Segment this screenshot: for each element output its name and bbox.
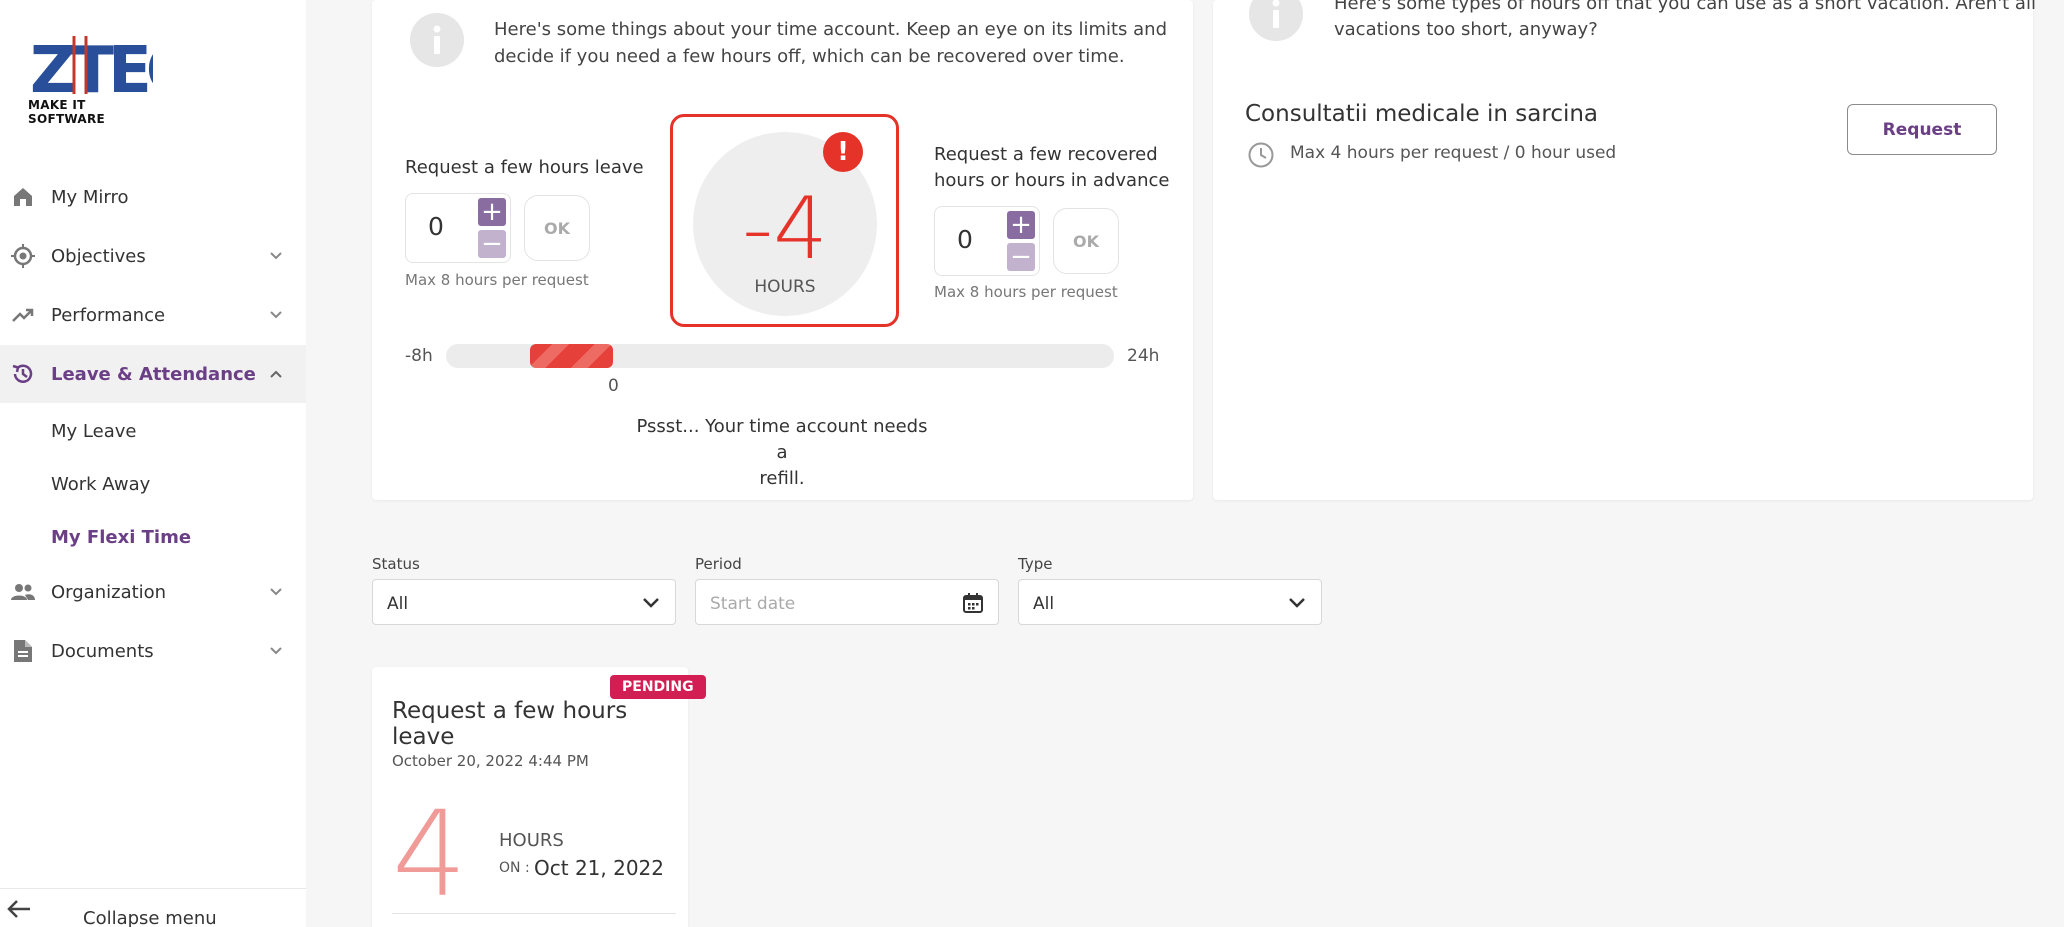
chevron-down-icon: [1287, 592, 1307, 616]
request-card-hours: 4: [392, 785, 468, 923]
sidebar-item-organization[interactable]: Organization: [0, 563, 306, 621]
recover-hours-label-line1: Request a few recovered: [934, 144, 1158, 165]
hours-leave-stepper[interactable]: 0 + −: [405, 193, 511, 263]
svg-text:ZTEC: ZTEC: [30, 34, 153, 108]
refill-line1: Pssst... Your time account needs a: [636, 416, 928, 463]
range-zero-label: 0: [608, 376, 619, 396]
sidebar-item-performance[interactable]: Performance: [0, 286, 306, 344]
request-card-title: Request a few hours leave: [392, 698, 628, 750]
document-icon: [10, 638, 36, 664]
collapse-menu-button[interactable]: Collapse menu: [0, 888, 306, 927]
sidebar-subitem-my-leave[interactable]: My Leave: [51, 421, 136, 442]
request-card-date: October 20, 2022 4:44 PM: [392, 752, 589, 770]
sidebar-item-objectives[interactable]: Objectives: [0, 227, 306, 285]
sidebar-subitem-work-away[interactable]: Work Away: [51, 474, 150, 495]
people-icon: [10, 579, 36, 605]
recover-hours-ok-button[interactable]: OK: [1053, 208, 1119, 274]
home-icon: [10, 184, 36, 210]
status-badge: PENDING: [610, 675, 706, 699]
time-account-info-line2: decide if you need a few hours off, whic…: [494, 46, 1125, 67]
balance-range-track: [446, 344, 1114, 368]
sidebar-item-label: My Mirro: [51, 186, 129, 208]
chevron-down-icon: [266, 641, 286, 661]
request-card-on-date: Oct 21, 2022: [534, 856, 664, 880]
status-filter-value: All: [387, 594, 409, 614]
hours-off-info-line2: vacations too short, anyway?: [1334, 19, 1598, 40]
type-filter-value: All: [1033, 594, 1055, 614]
request-card-unit: HOURS: [499, 830, 564, 851]
info-icon: [410, 13, 464, 67]
status-filter-select[interactable]: All: [372, 579, 676, 625]
chevron-up-icon: [266, 364, 286, 384]
sidebar-item-label: Leave & Attendance: [51, 363, 256, 385]
history-icon: [10, 361, 36, 387]
recover-hours-note: Max 8 hours per request: [934, 283, 1118, 301]
sidebar-subitem-my-flexi-time[interactable]: My Flexi Time: [51, 527, 191, 548]
recover-hours-stepper[interactable]: 0 + −: [934, 206, 1040, 276]
hours-leave-ok-button[interactable]: OK: [524, 195, 590, 261]
balance-value: -4: [742, 179, 828, 279]
plus-button[interactable]: +: [1007, 210, 1035, 240]
range-min-label: -8h: [405, 346, 433, 366]
logo-tagline: MAKE IT SOFTWARE: [28, 98, 106, 126]
plus-button[interactable]: +: [478, 197, 506, 227]
hours-off-info-line1: Here's some types of hours off that you …: [1334, 0, 2036, 14]
request-card-on-label: ON :: [499, 860, 530, 876]
hours-off-types-card: [1213, 0, 2033, 500]
hours-leave-note: Max 8 hours per request: [405, 271, 589, 289]
period-filter-input[interactable]: Start date: [695, 579, 999, 625]
company-logo[interactable]: ZTEC MAKE IT SOFTWARE: [28, 32, 195, 126]
target-icon: [10, 243, 36, 269]
alert-icon: !: [823, 132, 863, 172]
recover-hours-label-line2: hours or hours in advance: [934, 170, 1170, 191]
type-filter-select[interactable]: All: [1018, 579, 1322, 625]
type-filter-label: Type: [1018, 555, 1053, 573]
sidebar-item-leave-attendance[interactable]: Leave & Attendance: [0, 345, 306, 403]
range-max-label: 24h: [1127, 346, 1160, 366]
chevron-down-icon: [266, 305, 286, 325]
recover-hours-value: 0: [957, 225, 973, 254]
arrow-left-icon: [6, 897, 32, 925]
chevron-down-icon: [641, 592, 661, 616]
clock-icon: [1247, 141, 1275, 173]
status-filter-label: Status: [372, 555, 420, 573]
calendar-icon[interactable]: [962, 592, 984, 618]
hours-leave-value: 0: [428, 212, 444, 241]
balance-unit: HOURS: [754, 277, 816, 297]
request-button[interactable]: Request: [1847, 104, 1997, 155]
balance-box: -4 HOURS !: [670, 114, 899, 327]
sidebar-item-documents[interactable]: Documents: [0, 622, 306, 680]
refill-line2: refill.: [759, 468, 805, 489]
balance-range-fill: [529, 344, 613, 368]
time-account-info-line1: Here's some things about your time accou…: [494, 19, 1167, 40]
collapse-menu-label: Collapse menu: [83, 908, 217, 927]
period-filter-placeholder: Start date: [710, 594, 796, 614]
hours-off-type-limit: Max 4 hours per request / 0 hour used: [1290, 143, 1617, 163]
minus-button[interactable]: −: [1007, 242, 1035, 272]
sidebar-item-label: Organization: [51, 581, 167, 603]
refill-message: Pssst... Your time account needs a refil…: [630, 414, 934, 492]
trending-up-icon: [10, 302, 36, 328]
hours-off-type-title: Consultatii medicale in sarcina: [1245, 101, 1599, 127]
divider: [392, 913, 676, 914]
sidebar-item-label: Documents: [51, 640, 154, 662]
sidebar-item-my-mirro[interactable]: My Mirro: [0, 168, 306, 226]
chevron-down-icon: [266, 246, 286, 266]
sidebar-item-label: Performance: [51, 304, 166, 326]
period-filter-label: Period: [695, 555, 742, 573]
sidebar-item-label: Objectives: [51, 245, 146, 267]
minus-button[interactable]: −: [478, 229, 506, 259]
sidebar: ZTEC MAKE IT SOFTWARE My Mirro Objective…: [0, 0, 306, 927]
chevron-down-icon: [266, 582, 286, 602]
hours-leave-label: Request a few hours leave: [405, 157, 644, 178]
